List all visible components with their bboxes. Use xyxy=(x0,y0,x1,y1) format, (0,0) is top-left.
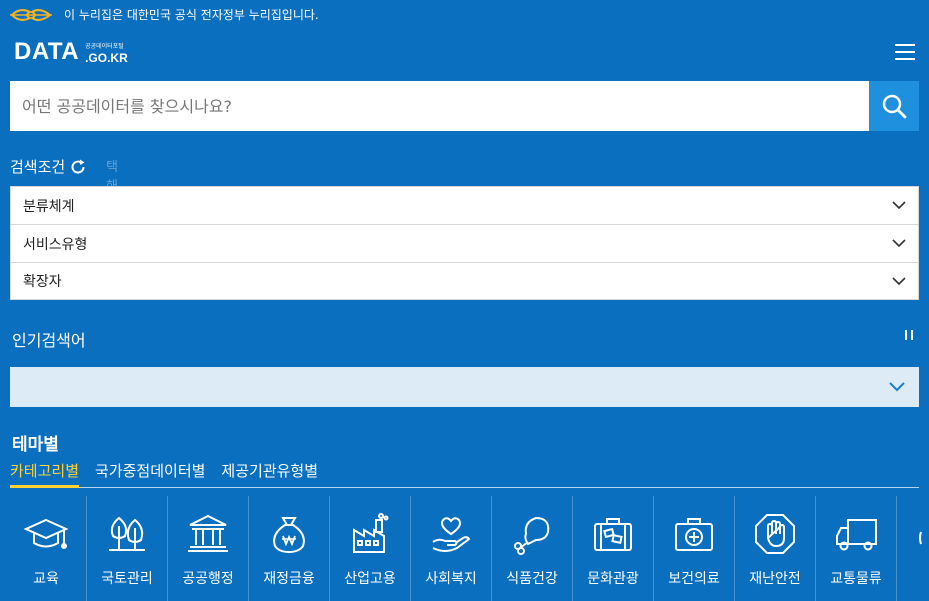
category-food-health[interactable]: 식품건강 xyxy=(492,496,573,601)
medical-kit-icon xyxy=(675,518,713,551)
category-label: 식품건강 xyxy=(506,571,558,587)
category-label: 보건의료 xyxy=(668,571,720,587)
category-education[interactable]: 교육 xyxy=(6,496,87,601)
category-environment[interactable]: 환 xyxy=(897,496,929,601)
gov-banner-text: 이 누리집은 대한민국 공식 전자정부 누리집입니다. xyxy=(64,8,319,22)
popular-search-title: 인기검색어 xyxy=(12,331,86,350)
category-label: 공공행정 xyxy=(182,571,234,587)
hamburger-menu-icon[interactable] xyxy=(895,44,915,62)
filter-label: 분류체계 xyxy=(23,198,75,215)
category-label: 국토관리 xyxy=(101,571,153,587)
category-disaster-safety[interactable]: 재난안전 xyxy=(735,496,816,601)
chevron-down-icon xyxy=(892,276,906,285)
filter-service-type[interactable]: 서비스유형 xyxy=(10,224,919,262)
category-label: 문화관광 xyxy=(587,571,639,587)
search-conditions: 검색조건 택해 주세요 xyxy=(10,156,118,251)
tab-national-key-data[interactable]: 국가중점데이터별 xyxy=(95,458,205,488)
search-icon xyxy=(882,94,907,119)
filter-label: 서비스유형 xyxy=(23,236,88,253)
site-header: DATA 공공데이터포털 .GO.KR xyxy=(0,28,929,80)
chevron-down-icon xyxy=(889,382,905,392)
logo-small-text: 공공데이터포털 xyxy=(85,43,124,50)
truck-icon xyxy=(836,519,877,551)
heart-hand-icon xyxy=(432,517,471,552)
partial-icon xyxy=(919,531,922,545)
trees-icon xyxy=(109,516,145,551)
government-building-icon xyxy=(188,514,228,552)
popular-search-box[interactable] xyxy=(10,367,919,407)
graduation-cap-icon xyxy=(24,518,68,549)
tab-provider-type[interactable]: 제공기관유형별 xyxy=(221,458,318,488)
category-label: 교육 xyxy=(33,571,59,587)
logo-domain-text: .GO.KR xyxy=(85,51,128,65)
gov-emblem-icon xyxy=(10,9,52,21)
category-land-management[interactable]: 국토관리 xyxy=(87,496,168,601)
category-transport[interactable]: 교통물류 xyxy=(816,496,897,601)
conditions-label: 검색조건 xyxy=(10,158,66,176)
search-input[interactable] xyxy=(10,81,869,131)
chevron-down-icon xyxy=(892,239,906,248)
category-list: 교육 국토관리 공공행정 재정금융 산업고용 사회복지 식품건강 문화관광 보건… xyxy=(6,496,929,601)
search-bar xyxy=(10,81,919,131)
filter-category[interactable]: 분류체계 xyxy=(10,186,919,224)
category-medical[interactable]: 보건의료 xyxy=(654,496,735,601)
theme-title: 테마별 xyxy=(12,435,59,455)
search-button[interactable] xyxy=(869,81,919,131)
category-finance[interactable]: 재정금융 xyxy=(249,496,330,601)
drumstick-icon xyxy=(514,516,550,555)
category-label: 재난안전 xyxy=(749,571,801,587)
tab-category[interactable]: 카테고리별 xyxy=(10,458,80,488)
site-logo[interactable]: DATA 공공데이터포털 .GO.KR xyxy=(14,38,128,65)
chevron-down-icon xyxy=(892,201,906,210)
factory-icon xyxy=(353,513,389,553)
logo-sub: 공공데이터포털 .GO.KR xyxy=(85,43,128,65)
filter-extension[interactable]: 확장자 xyxy=(10,262,919,300)
gov-banner: 이 누리집은 대한민국 공식 전자정부 누리집입니다. xyxy=(0,0,929,28)
refresh-icon[interactable] xyxy=(69,158,87,176)
category-welfare[interactable]: 사회복지 xyxy=(411,496,492,601)
category-label: 산업고용 xyxy=(344,571,396,587)
suitcase-icon xyxy=(594,518,632,551)
category-industry[interactable]: 산업고용 xyxy=(330,496,411,601)
filter-label: 확장자 xyxy=(23,274,62,290)
money-bag-icon xyxy=(273,517,305,554)
pause-icon[interactable] xyxy=(905,330,913,340)
logo-main-text: DATA xyxy=(14,38,80,65)
category-public-admin[interactable]: 공공행정 xyxy=(168,496,249,601)
category-label: 교통물류 xyxy=(830,571,882,587)
filter-list: 분류체계 서비스유형 확장자 xyxy=(10,186,919,300)
category-culture-tourism[interactable]: 문화관광 xyxy=(573,496,654,601)
category-label: 재정금융 xyxy=(263,571,315,587)
theme-tabs: 카테고리별 국가중점데이터별 제공기관유형별 xyxy=(10,458,919,488)
stop-hand-icon xyxy=(755,514,795,554)
category-label: 사회복지 xyxy=(425,571,477,587)
